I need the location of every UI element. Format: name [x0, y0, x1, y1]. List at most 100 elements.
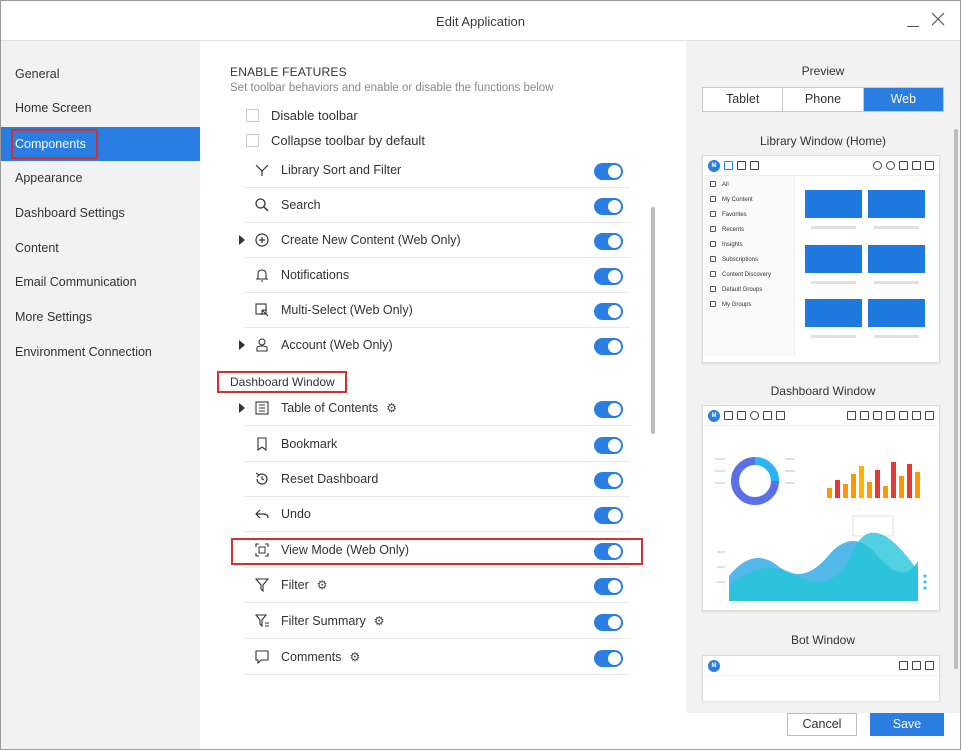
feature-row-multi-select: Multi-Select (Web Only)	[245, 293, 630, 328]
library-window-preview: M All My Content Favorites Recents Insig…	[702, 155, 940, 363]
expand-arrow-icon[interactable]	[239, 340, 245, 350]
table-of-contents-toggle[interactable]	[594, 401, 623, 418]
content-tile	[805, 245, 862, 273]
feature-row-filter-summary: Filter Summary ⚙	[245, 604, 630, 639]
multi-select-icon	[255, 303, 269, 317]
create-new-content-toggle[interactable]	[594, 233, 623, 250]
dashboard-window-heading: Dashboard Window	[217, 371, 347, 393]
funnel-icon	[750, 161, 759, 170]
title-bar: Edit Application	[1, 1, 960, 41]
reset-dashboard-toggle[interactable]	[594, 472, 623, 489]
sidebar-item-label: Components	[11, 129, 98, 159]
app-logo-icon: M	[708, 409, 720, 422]
feature-row-bookmark: Bookmark	[245, 427, 630, 462]
tile-caption	[874, 226, 919, 229]
sidebar-item-more-settings[interactable]: More Settings	[1, 300, 200, 334]
toc-icon	[255, 401, 269, 415]
feature-row-account: Account (Web Only)	[239, 328, 630, 363]
search-toggle[interactable]	[594, 198, 623, 215]
library-sort-filter-toggle[interactable]	[594, 163, 623, 180]
feature-row-search: Search	[245, 188, 630, 223]
expand-arrow-icon[interactable]	[239, 403, 245, 413]
feature-label: Comments ⚙	[281, 650, 360, 664]
edit-application-dialog: Edit Application General Home Screen Com…	[0, 0, 961, 750]
app-logo-icon: M	[708, 659, 720, 672]
section-subtitle: Set toolbar behaviors and enable or disa…	[230, 82, 554, 94]
sidebar-item-components[interactable]: Components	[1, 127, 200, 161]
close-icon[interactable]	[931, 12, 945, 26]
sidebar-item-label: More Settings	[15, 310, 93, 324]
bot-window-preview: M	[702, 655, 940, 701]
expand-arrow-icon[interactable]	[239, 235, 245, 245]
comments-toggle[interactable]	[594, 650, 623, 667]
list-item: Content Discovery	[703, 268, 794, 283]
filter-icon	[254, 578, 270, 593]
feature-label: Search	[281, 198, 321, 212]
gear-icon[interactable]: ⚙	[349, 650, 360, 664]
feature-label: Filter ⚙	[281, 578, 328, 592]
preview-scrollbar[interactable]	[954, 129, 958, 669]
preview-pane: Preview Tablet Phone Web Library Window …	[686, 41, 960, 749]
tab-tablet[interactable]: Tablet	[703, 88, 784, 111]
plus-circle-icon	[255, 233, 269, 247]
filter-summary-toggle[interactable]	[594, 614, 623, 631]
disable-toolbar-option[interactable]: Disable toolbar	[246, 105, 358, 125]
bookmark-toggle[interactable]	[594, 437, 623, 454]
feature-label-text: Filter Summary	[281, 614, 366, 628]
sidebar-item-general[interactable]: General	[1, 57, 200, 91]
user-icon	[256, 338, 268, 352]
gear-icon[interactable]: ⚙	[386, 401, 397, 415]
app-logo-icon: M	[708, 159, 720, 172]
preview-title: Preview	[801, 64, 845, 78]
multi-select-toggle[interactable]	[594, 303, 623, 320]
bot-window-title: Bot Window	[790, 633, 856, 647]
tab-web[interactable]: Web	[863, 88, 943, 111]
collapse-toolbar-checkbox[interactable]	[246, 133, 259, 147]
gear-icon[interactable]: ⚙	[317, 578, 328, 592]
minimize-icon[interactable]	[905, 10, 921, 30]
list-item: Favorites	[703, 208, 794, 223]
share-icon	[899, 661, 908, 670]
notifications-toggle[interactable]	[594, 268, 623, 285]
tile-caption	[811, 226, 856, 229]
library-mini-toolbar: M	[703, 156, 939, 176]
dialog-footer: Cancel Save	[686, 713, 960, 749]
search-icon	[255, 198, 269, 212]
sidebar-item-label: Environment Connection	[15, 345, 152, 359]
feature-row-comments: Comments ⚙	[245, 640, 630, 675]
tile-caption	[874, 335, 919, 338]
feature-label-text: Comments	[281, 650, 342, 664]
cancel-button[interactable]: Cancel	[787, 713, 857, 736]
user-icon	[899, 411, 908, 420]
sidebar-item-label: Dashboard Settings	[15, 206, 125, 220]
sidebar-item-home-screen[interactable]: Home Screen	[1, 91, 200, 125]
edit-icon	[925, 411, 934, 420]
gear-icon[interactable]: ⚙	[374, 614, 385, 628]
feature-label-text: Filter	[281, 578, 309, 592]
filter-toggle[interactable]	[594, 578, 623, 595]
feature-row-library-sort-filter: Library Sort and Filter	[245, 153, 630, 188]
multi-select-icon	[912, 161, 921, 170]
settings-scrollbar[interactable]	[651, 207, 655, 434]
feature-label: Undo	[281, 507, 311, 521]
save-button[interactable]: Save	[870, 713, 944, 736]
filter-icon	[860, 411, 869, 420]
library-mini-list: All My Content Favorites Recents Insight…	[703, 176, 795, 356]
bookmark-icon	[737, 411, 746, 420]
feature-label: Account (Web Only)	[281, 338, 393, 352]
sidebar-item-appearance[interactable]: Appearance	[1, 161, 200, 195]
disable-toolbar-checkbox[interactable]	[246, 108, 259, 122]
feature-label: Table of Contents ⚙	[281, 401, 397, 415]
tab-phone[interactable]: Phone	[783, 88, 864, 111]
collapse-toolbar-option[interactable]: Collapse toolbar by default	[246, 130, 425, 150]
view-mode-icon	[847, 411, 856, 420]
sidebar-item-environment-connection[interactable]: Environment Connection	[1, 335, 200, 369]
undo-toggle[interactable]	[594, 507, 623, 524]
feature-label: Multi-Select (Web Only)	[281, 303, 413, 317]
sidebar-item-email-communication[interactable]: Email Communication	[1, 265, 200, 299]
sidebar-item-dashboard-settings[interactable]: Dashboard Settings	[1, 196, 200, 230]
dashboard-thumbnail-graphic	[715, 457, 927, 601]
bookmark-icon	[257, 437, 267, 452]
account-toggle[interactable]	[594, 338, 623, 355]
sidebar-item-content[interactable]: Content	[1, 231, 200, 265]
